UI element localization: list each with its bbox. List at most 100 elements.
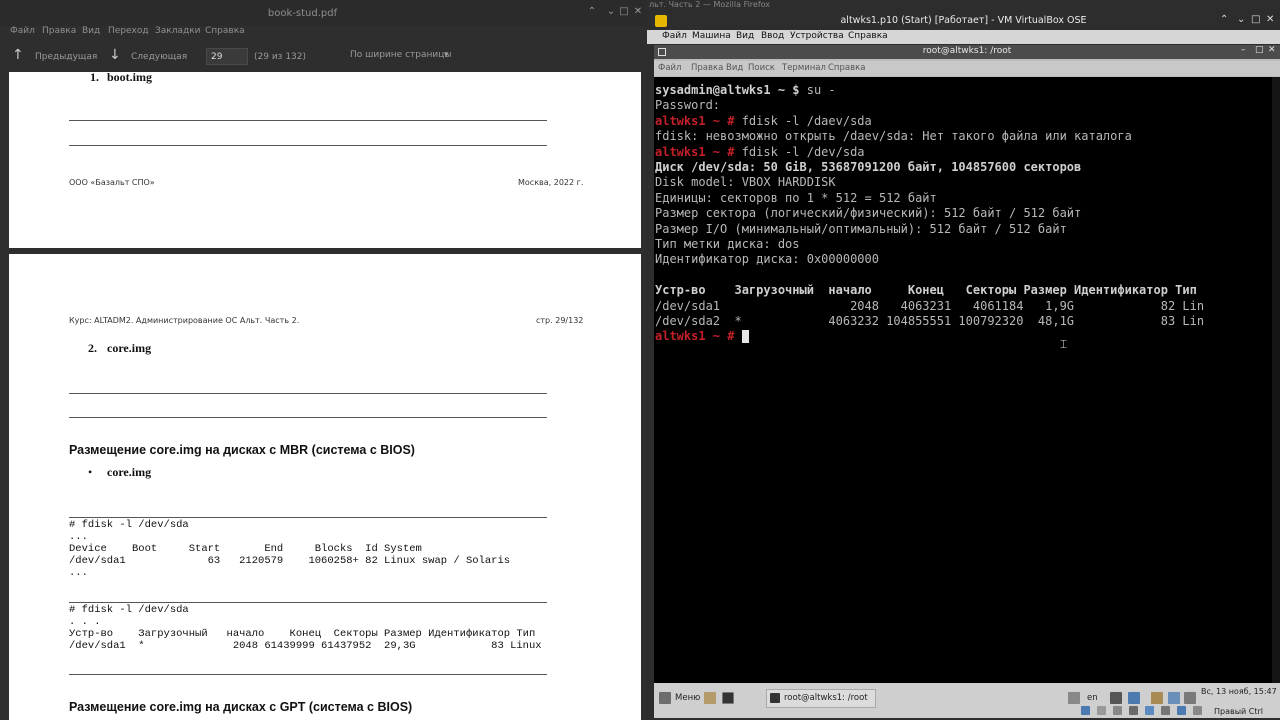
vm-menu-file[interactable]: Файл: [662, 31, 687, 41]
vm-menu-devices[interactable]: Устройства: [790, 31, 844, 41]
close-icon[interactable]: ✕: [631, 5, 645, 19]
network-icon[interactable]: [1068, 692, 1080, 704]
terminal-text: Единицы: секторов по 1 * 512 = 512 байт: [655, 190, 937, 205]
term-menu-file[interactable]: Файл: [658, 63, 681, 73]
footer-left: ООО «Базальт СПО»: [69, 178, 155, 187]
dropdown-icon: ▾: [444, 50, 449, 60]
term-menu-search[interactable]: Поиск: [748, 63, 775, 73]
terminal-text: /dev/sda1 2048 4063231 4061184 1,9G 82 L…: [655, 298, 1205, 313]
menu-view[interactable]: Вид: [82, 26, 100, 36]
keyboard-layout[interactable]: en: [1087, 693, 1098, 703]
terminal-line: altwks1 ~ #: [655, 329, 749, 344]
minimize-icon[interactable]: ⌃: [1220, 14, 1228, 25]
menu-edit[interactable]: Правка: [42, 26, 76, 36]
minimize-icon[interactable]: ⌃: [585, 5, 599, 19]
bullet-item: boot.img: [107, 70, 152, 84]
next-page-button[interactable]: Следующая: [131, 52, 187, 62]
pdf-titlebar: book-stud.pdf ⌃ ⌄ □ ✕: [0, 0, 647, 26]
item-title: core.img: [107, 341, 152, 355]
restore-icon[interactable]: ⌄: [1237, 14, 1245, 25]
pdf-viewer-window: book-stud.pdf ⌃ ⌄ □ ✕ Файл Правка Вид Пе…: [0, 0, 647, 720]
vm-status-icon: [1097, 706, 1106, 715]
footer-right: Москва, 2022 г.: [518, 178, 584, 187]
close-icon[interactable]: ✕: [1268, 45, 1276, 55]
pdf-page: Курс: ALTADM2. Администрирование ОС Альт…: [9, 254, 641, 720]
vm-menu-help[interactable]: Справка: [848, 31, 888, 41]
start-menu-button[interactable]: Меню: [675, 693, 700, 703]
maximize-icon[interactable]: □: [1251, 14, 1260, 25]
restore-icon[interactable]: ⌄: [604, 5, 618, 19]
terminal-line: Идентификатор диска: 0x00000000: [655, 252, 879, 267]
tray-icon[interactable]: [1110, 692, 1122, 704]
tray-icon[interactable]: [1128, 692, 1140, 704]
menu-go[interactable]: Переход: [108, 26, 149, 36]
divider: [69, 145, 547, 146]
maximize-icon[interactable]: □: [617, 5, 631, 19]
vm-menubar: Файл Машина Вид Ввод Устройства Справка: [647, 30, 1280, 44]
prev-page-button[interactable]: Предыдущая: [35, 52, 97, 62]
terminal-prompt: altwks1 ~ #: [655, 329, 742, 344]
tray-icon[interactable]: [1168, 692, 1180, 704]
terminal-line: /dev/sda2 * 4063232 104855551 100792320 …: [655, 314, 1204, 329]
vm-menu-view[interactable]: Вид: [736, 31, 754, 41]
vm-titlebar: altwks1.p10 (Start) [Работает] - VM Virt…: [647, 12, 1280, 30]
maximize-icon[interactable]: □: [1255, 45, 1264, 55]
divider: [69, 517, 547, 518]
pdf-menubar: Файл Правка Вид Переход Закладки Справка: [0, 26, 647, 42]
arrow-down-icon[interactable]: ↓: [109, 47, 121, 63]
terminal-line: Диск /dev/sda: 50 GiB, 53687091200 байт,…: [655, 160, 1081, 175]
taskbar-task-label: root@altwks1: /root: [784, 693, 868, 703]
vm-status-icon: [1129, 706, 1138, 715]
minimize-icon[interactable]: –: [1241, 45, 1246, 55]
menu-bookmarks[interactable]: Закладки: [155, 26, 201, 36]
terminal-output[interactable]: sysadmin@altwks1 ~ $ su - Password: altwks…: [654, 77, 1280, 683]
close-icon[interactable]: ✕: [1266, 14, 1274, 25]
page-header-left: Курс: ALTADM2. Администрирование ОС Альт…: [69, 316, 300, 325]
vm-menu-machine[interactable]: Машина: [692, 31, 731, 41]
terminal-text: Идентификатор диска: 0x00000000: [655, 252, 879, 267]
vm-menu-input[interactable]: Ввод: [761, 31, 784, 41]
terminal-cursor: [741, 330, 749, 344]
terminal-text: /dev/sda2 * 4063232 104855551 100792320 …: [655, 314, 1205, 328]
terminal-icon: [770, 693, 780, 703]
vm-window-title: altwks1.p10 (Start) [Работает] - VM Virt…: [840, 15, 1087, 26]
item-number: 2.: [88, 341, 97, 355]
terminal-launcher-icon[interactable]: [722, 692, 734, 704]
virtualbox-window: льт. Часть 2 — Mozilla Firefox altwks1.p…: [647, 0, 1280, 720]
tray-icon[interactable]: [1151, 692, 1163, 704]
terminal-prompt: sysadmin@altwks1 ~ $: [655, 83, 807, 97]
page-header-right: стр. 29/132: [536, 316, 584, 325]
divider: [69, 393, 547, 394]
taskbar-task[interactable]: root@altwks1: /root: [766, 689, 876, 708]
term-menu-help[interactable]: Справка: [828, 63, 865, 73]
menu-icon[interactable]: [659, 692, 671, 704]
terminal-menubar: Файл Правка Вид Поиск Терминал Справка: [654, 61, 1280, 76]
vm-status-icon: [1177, 706, 1186, 715]
terminal-line: altwks1 ~ # fdisk -l /daev/sda: [655, 114, 872, 129]
zoom-select[interactable]: По ширине страницы ▾: [346, 48, 456, 65]
tray-icon[interactable]: [1184, 692, 1196, 704]
page-number-input[interactable]: [206, 48, 248, 65]
arrow-up-icon[interactable]: ↑: [12, 47, 24, 63]
term-menu-terminal[interactable]: Терминал: [782, 63, 826, 73]
divider: [69, 674, 547, 675]
item-number: 1.: [90, 70, 99, 84]
term-menu-view[interactable]: Вид: [726, 63, 743, 73]
terminal-text: su -: [806, 83, 836, 97]
term-menu-edit[interactable]: Правка: [691, 63, 723, 73]
divider: [69, 602, 547, 603]
terminal-line: Размер сектора (логический/физический): …: [655, 206, 1081, 221]
vm-status-icon: [1113, 706, 1122, 715]
menu-help[interactable]: Справка: [205, 26, 245, 36]
section-title: Размещение core.img на дисках с GPT (сис…: [69, 700, 413, 714]
terminal-scrollbar[interactable]: [1272, 77, 1280, 683]
folder-icon[interactable]: [704, 692, 716, 704]
clock[interactable]: Вс, 13 нояб, 15:47: [1201, 687, 1277, 696]
code-block: # fdisk -l /dev/sda . . . Устр-во Загруз…: [69, 604, 542, 652]
terminal-text: Размер сектора (логический/физический): …: [655, 206, 1082, 221]
terminal-text: Тип метки диска: dos: [655, 237, 800, 251]
guest-screen[interactable]: root@altwks1: /root – □ ✕ Файл Правка Ви…: [654, 45, 1280, 718]
menu-file[interactable]: Файл: [10, 26, 35, 36]
divider: [69, 417, 547, 418]
page-count: (29 из 132): [254, 52, 307, 62]
